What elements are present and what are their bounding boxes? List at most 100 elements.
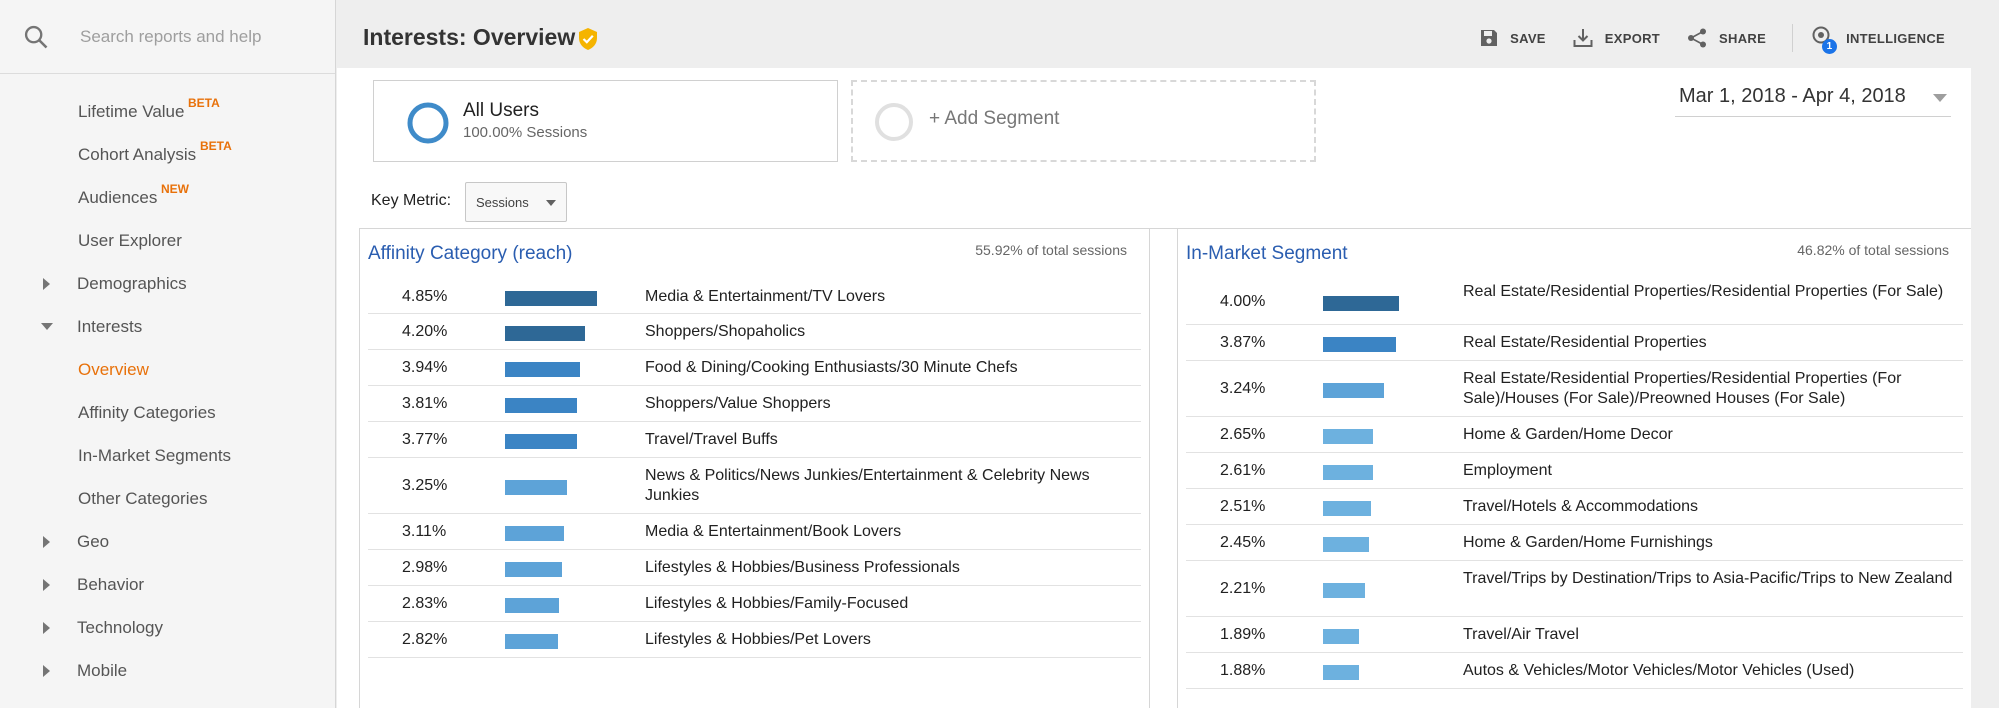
table-row[interactable]: 3.77% Travel/Travel Buffs xyxy=(368,422,1141,458)
row-name[interactable]: Lifestyles & Hobbies/Business Profession… xyxy=(645,558,1137,578)
search-icon[interactable] xyxy=(22,23,50,51)
sidebar-item-audiences[interactable]: Audiences NEW xyxy=(0,176,335,219)
row-name[interactable]: Travel/Air Travel xyxy=(1463,625,1959,645)
table-row[interactable]: 3.81% Shoppers/Value Shoppers xyxy=(368,386,1141,422)
caret-down-icon[interactable] xyxy=(41,323,53,330)
share-label: SHARE xyxy=(1719,30,1767,46)
intelligence-icon-wrap: 1 xyxy=(1811,25,1846,54)
empty-segment-ring-icon xyxy=(875,103,913,141)
row-name[interactable]: Autos & Vehicles/Motor Vehicles/Motor Ve… xyxy=(1463,661,1959,681)
search-input[interactable]: Search reports and help xyxy=(80,27,261,47)
intelligence-button[interactable]: 1 INTELLIGENCE xyxy=(1811,25,1945,54)
row-bar xyxy=(1323,465,1373,480)
table-row[interactable]: 4.00% Real Estate/Residential Properties/… xyxy=(1186,279,1963,325)
row-value: 1.88% xyxy=(1220,662,1266,679)
segment-all-users[interactable]: All Users 100.00% Sessions xyxy=(373,80,838,162)
intelligence-count-badge: 1 xyxy=(1822,38,1838,54)
sidebar-item-behavior[interactable]: Behavior xyxy=(0,563,335,606)
row-bar xyxy=(1323,583,1365,598)
table-row[interactable]: 3.24% Real Estate/Residential Properties/… xyxy=(1186,361,1963,417)
table-row[interactable]: 4.20% Shoppers/Shopaholics xyxy=(368,314,1141,350)
table-row[interactable]: 3.94% Food & Dining/Cooking Enthusiasts/3… xyxy=(368,350,1141,386)
row-name[interactable]: News & Politics/News Junkies/Entertainme… xyxy=(645,466,1137,506)
row-bar xyxy=(505,326,585,341)
table-row[interactable]: 2.45% Home & Garden/Home Furnishings xyxy=(1186,525,1963,561)
sidebar-item-interests[interactable]: Interests xyxy=(0,305,335,348)
row-name[interactable]: Travel/Trips by Destination/Trips to Asi… xyxy=(1463,569,1959,589)
sidebar-item-mobile[interactable]: Mobile xyxy=(0,649,335,692)
sidebar-item-lifetime-value[interactable]: Lifetime Value BETA xyxy=(0,90,335,133)
caret-right-icon[interactable] xyxy=(43,621,50,634)
row-value: 3.94% xyxy=(402,359,448,376)
table-row[interactable]: 2.65% Home & Garden/Home Decor xyxy=(1186,417,1963,453)
add-segment-button[interactable]: + Add Segment xyxy=(851,80,1316,162)
sidebar-item-label: In-Market Segments xyxy=(78,445,232,465)
export-button[interactable]: EXPORT xyxy=(1572,27,1660,49)
table-row[interactable]: 2.61% Employment xyxy=(1186,453,1963,489)
table-row[interactable]: 1.88% Autos & Vehicles/Motor Vehicles/Mot… xyxy=(1186,653,1963,689)
sidebar-item-overview[interactable]: Overview xyxy=(0,348,335,391)
row-name[interactable]: Travel/Hotels & Accommodations xyxy=(1463,497,1959,517)
row-name[interactable]: Travel/Travel Buffs xyxy=(645,430,1137,450)
search-bar[interactable]: Search reports and help xyxy=(0,0,335,74)
table-row[interactable]: 4.85% Media & Entertainment/TV Lovers xyxy=(368,279,1141,314)
row-name[interactable]: Home & Garden/Home Furnishings xyxy=(1463,533,1959,553)
row-name[interactable]: Employment xyxy=(1463,461,1959,481)
save-label: SAVE xyxy=(1510,30,1546,46)
table-row[interactable]: 2.83% Lifestyles & Hobbies/Family-Focused xyxy=(368,586,1141,622)
row-name[interactable]: Home & Garden/Home Decor xyxy=(1463,425,1959,445)
row-bar xyxy=(1323,537,1369,552)
row-name[interactable]: Media & Entertainment/Book Lovers xyxy=(645,522,1137,542)
sidebar: Search reports and help Lifetime Value BE… xyxy=(0,0,336,708)
sidebar-item-label: Mobile xyxy=(77,660,128,680)
sidebar-item-geo[interactable]: Geo xyxy=(0,520,335,563)
sidebar-item-label: User Explorer xyxy=(78,230,182,250)
sidebar-item-demographics[interactable]: Demographics xyxy=(0,262,335,305)
caret-right-icon[interactable] xyxy=(43,664,50,677)
row-name[interactable]: Shoppers/Shopaholics xyxy=(645,322,1137,342)
table-row[interactable]: 2.98% Lifestyles & Hobbies/Business Profe… xyxy=(368,550,1141,586)
table-row[interactable]: 2.21% Travel/Trips by Destination/Trips t… xyxy=(1186,561,1963,617)
row-bar xyxy=(505,290,597,306)
table-row[interactable]: 3.87% Real Estate/Residential Properties xyxy=(1186,325,1963,361)
table-row[interactable]: 2.51% Travel/Hotels & Accommodations xyxy=(1186,489,1963,525)
row-name[interactable]: Media & Entertainment/TV Lovers xyxy=(645,287,1137,307)
key-metric-label: Key Metric: xyxy=(371,192,452,209)
sidebar-item-in-market-segments[interactable]: In-Market Segments xyxy=(0,434,335,477)
segment-ring-icon xyxy=(407,102,449,144)
caret-right-icon[interactable] xyxy=(43,277,50,290)
sidebar-item-other-categories[interactable]: Other Categories xyxy=(0,477,335,520)
chevron-down-icon xyxy=(1933,94,1947,102)
row-name[interactable]: Real Estate/Residential Properties/Resid… xyxy=(1463,369,1959,409)
caret-right-icon[interactable] xyxy=(43,535,50,548)
table-row[interactable]: 3.25% News & Politics/News Junkies/Entert… xyxy=(368,458,1141,514)
row-bar xyxy=(505,480,567,495)
date-range-picker[interactable]: Mar 1, 2018 - Apr 4, 2018 xyxy=(1675,85,1951,117)
row-name[interactable]: Shoppers/Value Shoppers xyxy=(645,394,1137,414)
row-bar xyxy=(505,526,564,541)
inmarket-panel: In-Market Segment 46.82% of total sessio… xyxy=(1177,229,1971,708)
row-name[interactable]: Lifestyles & Hobbies/Family-Focused xyxy=(645,594,1137,614)
row-name[interactable]: Food & Dining/Cooking Enthusiasts/30 Min… xyxy=(645,358,1137,378)
table-row[interactable]: 2.82% Lifestyles & Hobbies/Pet Lovers xyxy=(368,622,1141,658)
date-range-text: Mar 1, 2018 - Apr 4, 2018 xyxy=(1679,85,1906,107)
sidebar-item-cohort-analysis[interactable]: Cohort Analysis BETA xyxy=(0,133,335,176)
table-row[interactable]: 3.11% Media & Entertainment/Book Lovers xyxy=(368,514,1141,550)
affinity-title[interactable]: Affinity Category (reach) xyxy=(368,243,573,265)
row-name[interactable]: Real Estate/Residential Properties xyxy=(1463,333,1959,353)
row-value: 3.81% xyxy=(402,395,448,412)
report-header: Interests: Overview SAVE EXPORT SHARE 1 … xyxy=(337,0,1971,68)
save-button[interactable]: SAVE xyxy=(1479,28,1546,48)
sidebar-item-user-explorer[interactable]: User Explorer xyxy=(0,219,335,262)
row-name[interactable]: Real Estate/Residential Properties/Resid… xyxy=(1463,282,1959,302)
key-metric-select[interactable]: Sessions xyxy=(465,182,567,222)
sidebar-item-label: Overview xyxy=(78,359,149,379)
share-button[interactable]: SHARE xyxy=(1686,27,1766,49)
inmarket-title[interactable]: In-Market Segment xyxy=(1186,243,1348,265)
sidebar-item-affinity-categories[interactable]: Affinity Categories xyxy=(0,391,335,434)
row-bar xyxy=(1323,296,1399,311)
sidebar-item-technology[interactable]: Technology xyxy=(0,606,335,649)
caret-right-icon[interactable] xyxy=(43,578,50,591)
table-row[interactable]: 1.89% Travel/Air Travel xyxy=(1186,617,1963,653)
row-name[interactable]: Lifestyles & Hobbies/Pet Lovers xyxy=(645,630,1137,650)
